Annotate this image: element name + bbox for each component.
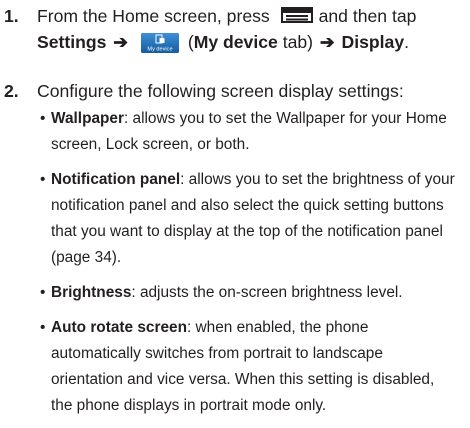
settings-label: Settings — [37, 32, 107, 52]
list-item: • Brightness: adjusts the on-screen brig… — [0, 280, 470, 306]
step-1: 1. From the Home screen, press and then … — [0, 3, 470, 55]
my-device-icon-label: My device — [147, 47, 172, 53]
bullet-icon: • — [40, 319, 46, 336]
settings-list: • Wallpaper: allows you to set the Wallp… — [0, 106, 470, 428]
step-number: 2. — [4, 81, 19, 101]
bullet-icon: • — [40, 110, 46, 127]
setting-term: Auto rotate screen — [51, 319, 187, 336]
my-device-tab-icon: My device — [140, 33, 179, 53]
list-item: • Notification panel: allows you to set … — [0, 167, 470, 271]
period: . — [404, 32, 410, 52]
list-item: • Auto rotate screen: when enabled, the … — [0, 315, 470, 419]
step-text: and then tap — [318, 6, 417, 26]
step-text: From the Home screen, press — [37, 6, 270, 26]
my-device-tab-label: My device — [193, 32, 278, 52]
manual-page: 1. From the Home screen, press and then … — [0, 0, 470, 417]
display-label: Display — [341, 32, 405, 52]
bullet-icon: • — [40, 171, 46, 188]
bullet-icon: • — [40, 284, 46, 301]
setting-term: Brightness — [51, 284, 132, 301]
setting-description: : adjusts the on-screen brightness level… — [131, 284, 403, 301]
arrow-icon: ➔ — [113, 32, 129, 52]
step-2: 2. Configure the following screen displa… — [0, 78, 470, 104]
step-text: Configure the following screen display s… — [37, 81, 404, 101]
list-item: • Wallpaper: allows you to set the Wallp… — [0, 106, 470, 158]
arrow-icon: ➔ — [319, 32, 335, 52]
step-number: 1. — [4, 6, 19, 26]
tab-word: tab) — [282, 32, 314, 52]
setting-term: Notification panel — [51, 171, 181, 188]
menu-icon — [280, 4, 313, 23]
setting-term: Wallpaper — [51, 110, 124, 127]
